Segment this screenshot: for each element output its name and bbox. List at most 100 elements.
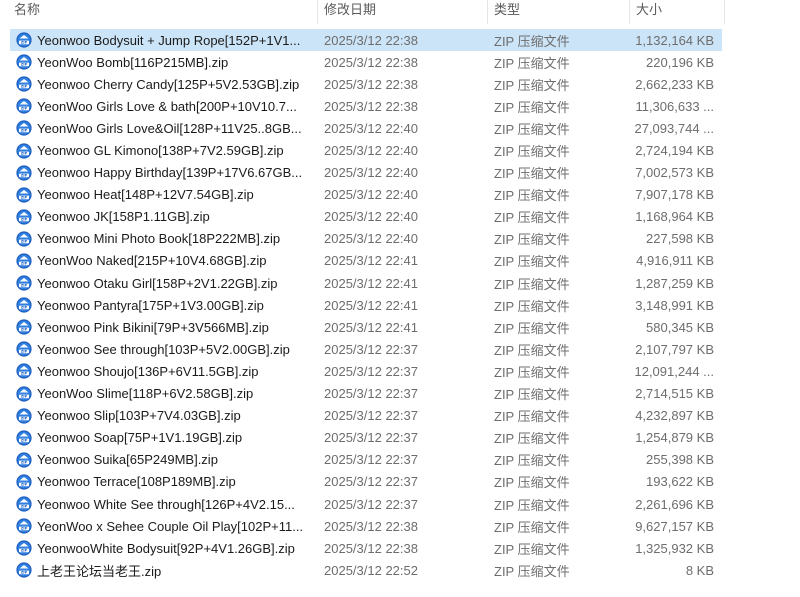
zip-file-icon: ZIP xyxy=(16,165,32,181)
svg-text:ZIP: ZIP xyxy=(21,438,28,442)
svg-text:ZIP: ZIP xyxy=(21,328,28,332)
file-name-cell: ZIP Yeonwoo GL Kimono[138P+7V2.59GB].zip xyxy=(10,142,312,159)
file-type: ZIP 压缩文件 xyxy=(494,144,570,160)
file-name-cell: ZIP Yeonwoo Heat[148P+12V7.54GB].zip xyxy=(10,187,312,203)
file-date: 2025/3/12 22:38 xyxy=(324,54,418,70)
file-row[interactable]: ZIP Yeonwoo Otaku Girl[158P+2V1.22GB].zi… xyxy=(10,272,722,294)
file-size: 193,622 KB xyxy=(646,474,714,490)
file-row[interactable]: ZIP YeonWoo Girls Love&Oil[128P+11V25..8… xyxy=(10,117,722,139)
zip-file-icon: ZIP xyxy=(16,408,32,424)
file-name-cell: ZIP Yeonwoo Soap[75P+1V1.19GB].zip xyxy=(10,430,312,446)
file-name-cell: ZIP Yeonwoo White See through[126P+4V2.1… xyxy=(10,496,312,512)
svg-text:ZIP: ZIP xyxy=(21,262,28,266)
file-date: 2025/3/12 22:40 xyxy=(324,165,418,181)
file-row[interactable]: ZIP Yeonwoo White See through[126P+4V2.1… xyxy=(10,493,722,515)
file-row[interactable]: ZIP YeonWoo Naked[215P+10V4.68GB].zip 20… xyxy=(10,250,722,272)
file-row[interactable]: ZIP 上老王论坛当老王.zip 2025/3/12 22:52 ZIP 压缩文… xyxy=(10,559,722,581)
file-row[interactable]: ZIP Yeonwoo See through[103P+5V2.00GB].z… xyxy=(10,338,722,360)
zip-file-icon: ZIP xyxy=(16,474,32,490)
file-row[interactable]: ZIP YeonWoo Bomb[116P215MB].zip 2025/3/1… xyxy=(10,51,722,73)
file-row[interactable]: ZIP YeonWoo x Sehee Couple Oil Play[102P… xyxy=(10,515,722,537)
file-row[interactable]: ZIP Yeonwoo Pantyra[175P+1V3.00GB].zip 2… xyxy=(10,294,722,316)
file-row[interactable]: ZIP Yeonwoo Heat[148P+12V7.54GB].zip 202… xyxy=(10,184,722,206)
zip-file-icon: ZIP xyxy=(16,142,32,159)
svg-text:ZIP: ZIP xyxy=(21,151,28,155)
file-row[interactable]: ZIP YeonWoo Girls Love & bath[200P+10V10… xyxy=(10,95,722,117)
file-size: 3,148,991 KB xyxy=(635,297,714,313)
file-size: 2,261,696 KB xyxy=(635,496,714,512)
svg-text:ZIP: ZIP xyxy=(21,394,28,398)
file-name-cell: ZIP Yeonwoo See through[103P+5V2.00GB].z… xyxy=(10,341,312,357)
column-header-size[interactable]: 大小 xyxy=(630,0,725,24)
file-size: 4,916,911 KB xyxy=(636,253,714,269)
file-row[interactable]: ZIP YeonwooWhite Bodysuit[92P+4V1.26GB].… xyxy=(10,537,722,559)
file-name-cell: ZIP YeonWoo x Sehee Couple Oil Play[102P… xyxy=(10,518,312,534)
file-date: 2025/3/12 22:52 xyxy=(324,562,418,578)
file-row[interactable]: ZIP Yeonwoo Soap[75P+1V1.19GB].zip 2025/… xyxy=(10,427,722,449)
file-row[interactable]: ZIP Yeonwoo Suika[65P249MB].zip 2025/3/1… xyxy=(10,449,722,471)
file-name-cell: ZIP Yeonwoo Suika[65P249MB].zip xyxy=(10,452,312,468)
column-header-date[interactable]: 修改日期 xyxy=(318,0,488,24)
file-type: ZIP 压缩文件 xyxy=(494,210,570,226)
file-name-cell: ZIP Yeonwoo Bodysuit + Jump Rope[152P+1V… xyxy=(10,32,312,48)
file-row[interactable]: ZIP YeonWoo Slime[118P+6V2.58GB].zip 202… xyxy=(10,383,722,405)
file-name: YeonwooWhite Bodysuit[92P+4V1.26GB].zip xyxy=(37,540,295,556)
file-row[interactable]: ZIP Yeonwoo Slip[103P+7V4.03GB].zip 2025… xyxy=(10,405,722,427)
file-date: 2025/3/12 22:40 xyxy=(324,120,418,136)
file-name: Yeonwoo Suika[65P249MB].zip xyxy=(37,452,218,468)
zip-file-icon: ZIP xyxy=(16,209,32,225)
file-name: YeonWoo Slime[118P+6V2.58GB].zip xyxy=(37,386,254,402)
file-name: Yeonwoo Pink Bikini[79P+3V566MB].zip xyxy=(37,319,269,335)
file-row[interactable]: ZIP Yeonwoo Bodysuit + Jump Rope[152P+1V… xyxy=(10,29,722,52)
file-date: 2025/3/12 22:40 xyxy=(324,209,418,225)
column-header-type[interactable]: 类型 xyxy=(488,0,630,24)
file-name-cell: ZIP Yeonwoo Pink Bikini[79P+3V566MB].zip xyxy=(10,319,312,335)
file-row[interactable]: ZIP Yeonwoo Mini Photo Book[18P222MB].zi… xyxy=(10,228,722,250)
zip-file-icon: ZIP xyxy=(16,341,32,357)
file-size: 27,093,744 ... xyxy=(634,120,714,136)
file-size: 1,132,164 KB xyxy=(635,32,714,48)
zip-file-icon: ZIP xyxy=(16,385,32,402)
file-name: YeonWoo Bomb[116P215MB].zip xyxy=(37,54,229,70)
svg-text:ZIP: ZIP xyxy=(21,372,28,376)
zip-file-icon: ZIP xyxy=(16,319,32,335)
file-name-cell: ZIP Yeonwoo Happy Birthday[139P+17V6.67G… xyxy=(10,165,312,181)
zip-file-icon: ZIP xyxy=(16,231,32,247)
file-size: 4,232,897 KB xyxy=(635,408,714,424)
file-row[interactable]: ZIP Yeonwoo JK[158P1.11GB].zip 2025/3/12… xyxy=(10,206,722,228)
zip-file-icon: ZIP xyxy=(16,32,32,48)
file-size: 7,002,573 KB xyxy=(635,165,714,181)
file-name: Yeonwoo Terrace[108P189MB].zip xyxy=(37,474,236,490)
file-type: ZIP 压缩文件 xyxy=(494,519,570,535)
svg-text:ZIP: ZIP xyxy=(21,107,28,111)
file-type: ZIP 压缩文件 xyxy=(494,33,570,49)
file-name-cell: ZIP 上老王论坛当老王.zip xyxy=(10,561,312,580)
file-name-cell: ZIP YeonWoo Slime[118P+6V2.58GB].zip xyxy=(10,385,312,402)
svg-text:ZIP: ZIP xyxy=(21,217,28,221)
file-row[interactable]: ZIP Yeonwoo GL Kimono[138P+7V2.59GB].zip… xyxy=(10,139,722,161)
file-size: 1,254,879 KB xyxy=(635,430,714,446)
file-type: ZIP 压缩文件 xyxy=(494,409,570,425)
file-row[interactable]: ZIP Yeonwoo Shoujo[136P+6V11.5GB].zip 20… xyxy=(10,360,722,382)
file-row[interactable]: ZIP Yeonwoo Cherry Candy[125P+5V2.53GB].… xyxy=(10,73,722,95)
file-name: Yeonwoo Mini Photo Book[18P222MB].zip xyxy=(37,231,281,247)
file-date: 2025/3/12 22:38 xyxy=(324,540,418,556)
file-row[interactable]: ZIP Yeonwoo Terrace[108P189MB].zip 2025/… xyxy=(10,471,722,493)
file-date: 2025/3/12 22:38 xyxy=(324,518,418,534)
zip-file-icon: ZIP xyxy=(16,275,32,291)
file-type: ZIP 压缩文件 xyxy=(494,387,570,403)
file-row[interactable]: ZIP Yeonwoo Happy Birthday[139P+17V6.67G… xyxy=(10,162,722,184)
file-date: 2025/3/12 22:37 xyxy=(324,430,418,446)
file-date: 2025/3/12 22:37 xyxy=(324,452,418,468)
column-header-name[interactable]: 名称 xyxy=(0,0,318,24)
file-date: 2025/3/12 22:41 xyxy=(324,297,418,313)
zip-file-icon: ZIP xyxy=(16,253,32,269)
file-size: 7,907,178 KB xyxy=(635,187,714,203)
file-name: Yeonwoo Happy Birthday[139P+17V6.67GB... xyxy=(37,165,303,181)
file-size: 227,598 KB xyxy=(646,231,714,247)
file-size: 1,325,932 KB xyxy=(635,540,714,556)
svg-text:ZIP: ZIP xyxy=(21,350,28,354)
file-row[interactable]: ZIP Yeonwoo Pink Bikini[79P+3V566MB].zip… xyxy=(10,316,722,338)
file-type: ZIP 压缩文件 xyxy=(494,475,570,491)
file-type: ZIP 压缩文件 xyxy=(494,342,570,358)
